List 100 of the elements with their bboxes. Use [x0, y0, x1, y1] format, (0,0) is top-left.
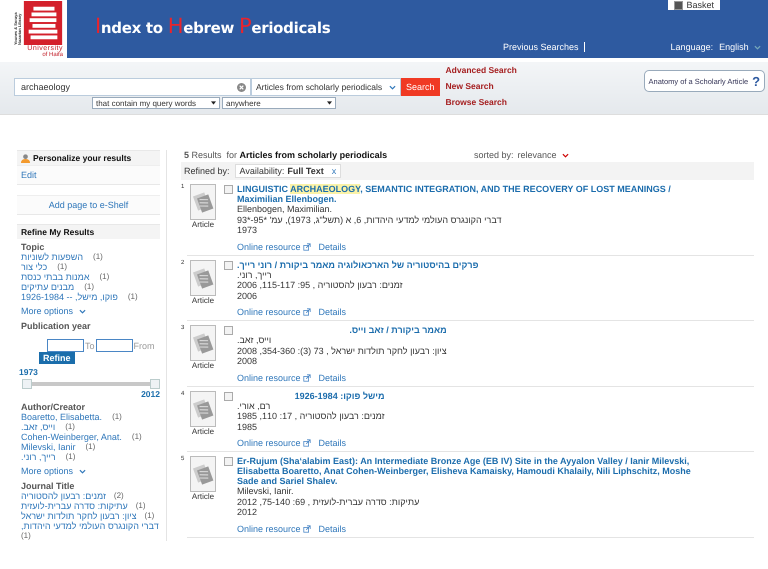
source-text: זמנים: רבעון להסטוריה , 17: 110, 1985: [237, 411, 385, 422]
facet-link[interactable]: Boaretto, Elisabetta.: [21, 412, 102, 422]
facet-link[interactable]: עתיקות: סדרה עברית-לועזית: [21, 501, 128, 511]
facet-link[interactable]: רייך, רוני.: [21, 452, 56, 462]
author-text: וייס, זאב.: [237, 335, 272, 346]
search-button[interactable]: Search: [401, 78, 440, 96]
dropdown-arrow-icon: [211, 101, 216, 105]
facet-count: (2): [114, 491, 124, 501]
author-text: Milevski, Ianir.: [237, 486, 295, 496]
personalize-title: Personalize your results: [33, 153, 132, 163]
year-text: 1973: [237, 225, 258, 236]
facet-link[interactable]: דברי הקונגרס העולמי למדעי היהדות,: [21, 521, 159, 531]
more-options-link[interactable]: More options: [21, 466, 160, 476]
online-resource-link[interactable]: Online resource: [237, 372, 311, 382]
search-field[interactable]: archaeology: [14, 78, 251, 96]
search-mode-link[interactable]: New Search: [446, 81, 636, 91]
add-to-eshelf-link[interactable]: Add page to e-Shelf: [17, 195, 160, 215]
basket-checkbox[interactable]: [674, 0, 684, 10]
facet-title: Journal Title: [21, 481, 76, 491]
details-link[interactable]: Details: [318, 524, 346, 534]
slider-handle[interactable]: [150, 379, 160, 389]
language-dropdown[interactable]: English: [719, 42, 762, 52]
facet-link[interactable]: ציון: רבעון לחקר תולדות ישראל: [21, 511, 137, 521]
chevron-down-icon: [754, 45, 762, 50]
type-label: Article: [192, 492, 214, 501]
facet-count: (1): [86, 442, 96, 452]
year-min-label: 1973: [18, 367, 39, 377]
result-title-link[interactable]: LINGUISTIC ARCHAEOLOGY, SEMANTIC INTEGRATION, AND THE RECOVERY OF LOST MEANINGS / Maximilian Ellenbogen.: [237, 184, 697, 204]
facet-count: (1): [21, 531, 31, 541]
facet-link[interactable]: פוקו, מישל, -- 1926-1984: [21, 292, 118, 302]
year-slider[interactable]: [22, 379, 160, 389]
previous-searches-link[interactable]: Previous Searches: [503, 42, 585, 52]
select-checkbox[interactable]: [224, 457, 233, 466]
facet-link[interactable]: השפעות לשוניות: [21, 252, 84, 262]
facet-title: Author/Creator: [21, 402, 86, 412]
slider-handle[interactable]: [22, 379, 32, 389]
site-title: Index to Hebrew Periodicals: [95, 14, 332, 38]
chevron-down-icon: [562, 153, 570, 158]
facet-link[interactable]: וייס, זאב.: [21, 422, 56, 432]
sorted-by-label: sorted by:: [474, 150, 514, 160]
select-checkbox[interactable]: [224, 260, 233, 270]
select-checkbox[interactable]: [224, 326, 233, 335]
match-dropdown[interactable]: that contain my query words: [92, 97, 220, 109]
year-text: 2006: [237, 290, 258, 301]
edit-link[interactable]: Edit: [17, 165, 160, 185]
external-link-icon: [302, 374, 311, 382]
facet-count: (1): [57, 262, 67, 272]
result-title-link[interactable]: מאמר ביקורת / זאב וייס.: [237, 325, 447, 335]
facet-link[interactable]: אמנות בבתי כנסת: [21, 272, 90, 282]
details-link[interactable]: Details: [318, 242, 346, 252]
refine-title: Refine My Results: [21, 227, 94, 237]
document-icon: [190, 390, 216, 426]
search-mode-link[interactable]: Browse Search: [446, 97, 636, 107]
source-text: עתיקות: סדרה עברית-לועזית , 69: 75-140, 2012: [237, 496, 420, 507]
more-options-link[interactable]: More options: [21, 306, 160, 316]
author-text: Ellenbogen, Maximilian.: [237, 204, 334, 214]
refine-button[interactable]: Refine: [39, 352, 75, 364]
results-summary: 5 Results for Articles from scholarly periodicals: [184, 150, 388, 160]
search-mode-link[interactable]: Advanced Search: [446, 65, 636, 75]
facet-link[interactable]: Milevski, Ianir: [21, 442, 76, 452]
year-text: 2008: [237, 356, 258, 366]
document-icon: [190, 325, 216, 361]
type-label: Article: [192, 426, 214, 436]
document-icon: [190, 456, 216, 492]
year-text: 2012: [237, 507, 258, 518]
online-resource-link[interactable]: Online resource: [237, 307, 311, 317]
facet-link[interactable]: זמנים: רבעון להסטוריה: [21, 491, 106, 501]
details-link[interactable]: Details: [318, 372, 346, 382]
details-link[interactable]: Details: [318, 307, 346, 317]
details-link[interactable]: Details: [318, 438, 346, 448]
facet-count: (1): [66, 452, 76, 462]
filter-value: Full Text: [287, 166, 324, 176]
online-resource-link[interactable]: Online resource: [237, 242, 311, 252]
external-link-icon: [302, 242, 311, 250]
year-from-field[interactable]: [47, 339, 84, 352]
clear-icon[interactable]: [237, 82, 246, 92]
facet-count: (1): [84, 282, 94, 292]
facet-link[interactable]: כלי צור: [21, 262, 48, 272]
location-dropdown[interactable]: anywhere: [222, 97, 336, 109]
facet-link[interactable]: Cohen-Weinberger, Anat.: [21, 432, 122, 442]
result-title-link[interactable]: Er-Rujum (Sha‘alabim East): An Intermediate Bronze Age (EB IV) Site in the Ayyalon Valley / Ianir Milevski, Elisabetta Boaretto, Anat Cohen-Weinberger, Elisheva Kamaisky, Hamoudi Khalaily, Nili Liphschitz, Moshe Sade and Sariel Shalev.: [237, 456, 697, 486]
sort-dropdown[interactable]: relevance: [518, 150, 570, 160]
facet-link[interactable]: מבנים עתיקים: [21, 282, 74, 292]
chevron-down-icon: [78, 309, 86, 314]
online-resource-link[interactable]: Online resource: [237, 524, 311, 534]
result-title-link[interactable]: פרקים בהיסטוריה של הארכאולוגיה מאמר ביקורת / רוני רייך.: [237, 260, 478, 270]
scope-dropdown[interactable]: Articles from scholarly periodicals: [251, 78, 401, 96]
facet-title: Publication year: [21, 321, 92, 331]
select-checkbox[interactable]: [224, 392, 233, 400]
refined-by-label: Refined by:: [184, 166, 230, 176]
online-resource-link[interactable]: Online resource: [237, 438, 311, 448]
type-label: Article: [192, 220, 214, 229]
facet-count: (1): [128, 292, 138, 302]
facet-title: Topic: [21, 242, 46, 252]
result-title-link[interactable]: מישל פוקו: 1926-1984: [237, 390, 385, 400]
document-icon: [190, 260, 216, 296]
remove-filter-button[interactable]: x: [332, 166, 336, 176]
year-to-field[interactable]: [96, 339, 133, 352]
select-checkbox[interactable]: [224, 185, 233, 194]
facet-count: (1): [99, 272, 110, 282]
